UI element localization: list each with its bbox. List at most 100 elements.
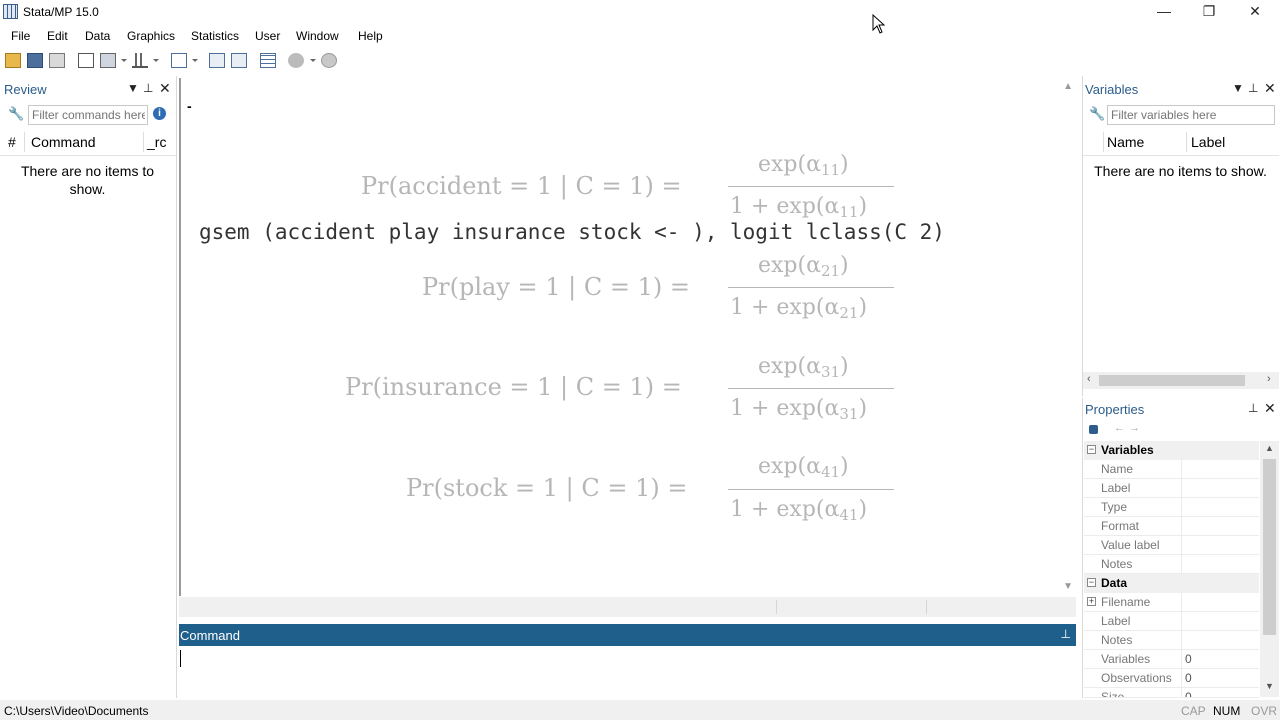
numerator-insurance: exp(α31) <box>758 354 849 381</box>
variables-col-name[interactable]: Name <box>1107 134 1144 150</box>
menu-statistics[interactable]: Statistics <box>191 29 239 43</box>
fraction-bar <box>728 388 894 389</box>
scrollbar-thumb[interactable] <box>1099 375 1245 386</box>
break-icon[interactable] <box>321 53 337 68</box>
data-browser-icon[interactable] <box>231 53 247 68</box>
expand-icon[interactable]: + <box>1087 597 1096 606</box>
wrench-icon[interactable]: 🔧 <box>1089 106 1105 122</box>
equation-lhs-insurance: Pr(insurance = 1 | C = 1) = <box>345 373 682 401</box>
more-dropdown-icon[interactable] <box>310 59 316 62</box>
close-button[interactable]: ✕ <box>1233 0 1277 24</box>
variables-col-label[interactable]: Label <box>1191 134 1225 150</box>
mouse-pointer-icon <box>872 14 886 34</box>
menu-data[interactable]: Data <box>85 29 110 43</box>
minimize-button[interactable]: — <box>1142 0 1186 24</box>
save-icon[interactable] <box>27 53 43 68</box>
property-row[interactable]: Notes <box>1084 555 1259 574</box>
more-icon[interactable] <box>288 53 304 68</box>
property-row[interactable]: Variables 0 <box>1084 650 1259 669</box>
property-key: Filename <box>1101 595 1151 609</box>
denominator-accident: 1 + exp(α11) <box>730 194 868 221</box>
properties-group-data[interactable]: − Data <box>1084 574 1259 593</box>
review-col-number[interactable]: # <box>8 134 16 150</box>
gsem-command-text: gsem (accident play insurance stock <- )… <box>199 220 945 244</box>
property-row[interactable]: Observations 0 <box>1084 669 1259 688</box>
menu-help[interactable]: Help <box>358 29 383 43</box>
menu-edit[interactable]: Edit <box>47 29 68 43</box>
variables-empty-message: There are no items to show. <box>1094 163 1267 179</box>
scroll-up-icon[interactable]: ▲ <box>1265 443 1274 453</box>
forward-arrow-icon[interactable]: → <box>1129 422 1140 434</box>
scroll-down-icon[interactable]: ▼ <box>1063 581 1073 592</box>
menu-window[interactable]: Window <box>296 29 339 43</box>
variables-pin-icon[interactable]: ⊥ <box>1248 81 1258 95</box>
equation-lhs-play: Pr(play = 1 | C = 1) = <box>422 273 690 301</box>
scroll-right-icon[interactable]: › <box>1267 373 1271 385</box>
property-row[interactable]: Notes <box>1084 631 1259 650</box>
property-row[interactable]: Label <box>1084 479 1259 498</box>
menu-file[interactable]: File <box>11 29 30 43</box>
property-row[interactable]: Size 0 <box>1084 688 1259 698</box>
command-pane-title: Command <box>180 628 240 643</box>
scrollbar-thumb[interactable] <box>1263 459 1276 635</box>
data-editor-icon[interactable] <box>209 53 225 68</box>
scroll-left-icon[interactable]: ‹ <box>1087 373 1091 385</box>
menu-graphics[interactable]: Graphics <box>127 29 175 43</box>
properties-group-variables[interactable]: − Variables <box>1084 441 1259 460</box>
property-row[interactable]: Format <box>1084 517 1259 536</box>
graph-dropdown-icon[interactable] <box>153 59 159 62</box>
property-row[interactable]: Type <box>1084 498 1259 517</box>
restore-button[interactable]: ❐ <box>1187 0 1231 24</box>
results-horizontal-scrollbar[interactable] <box>179 597 1076 617</box>
variables-filter-input[interactable] <box>1107 105 1275 125</box>
variables-horizontal-scrollbar[interactable]: ‹ › <box>1083 372 1279 389</box>
do-file-dropdown-icon[interactable] <box>192 59 198 62</box>
property-separator <box>1181 612 1182 630</box>
property-key: Notes <box>1101 557 1133 571</box>
graph-icon[interactable] <box>132 53 148 68</box>
review-filter-input[interactable] <box>28 105 148 125</box>
property-separator <box>1181 688 1182 697</box>
properties-vertical-scrollbar[interactable]: ▲ ▼ <box>1260 441 1279 697</box>
variables-manager-icon[interactable] <box>260 53 276 68</box>
review-pane: Review ▼ ⊥ ✕ 🔧 i # Command _rc There are… <box>0 76 177 698</box>
variables-filter-toggle-icon[interactable]: ▼ <box>1232 81 1244 95</box>
viewer-dropdown-icon[interactable] <box>121 59 127 62</box>
print-icon[interactable] <box>49 53 65 68</box>
command-input[interactable] <box>179 648 1076 696</box>
command-pane-header: Command ⊥ <box>179 624 1076 646</box>
property-row[interactable]: + Filename <box>1084 593 1259 612</box>
equation-lhs-stock: Pr(stock = 1 | C = 1) = <box>406 474 688 502</box>
column-divider <box>143 132 144 152</box>
wrench-icon[interactable]: 🔧 <box>8 106 24 122</box>
back-arrow-icon[interactable]: ← <box>1114 422 1125 434</box>
review-pin-icon[interactable]: ⊥ <box>143 81 153 95</box>
review-filter-toggle-icon[interactable]: ▼ <box>127 81 139 95</box>
variables-title: Variables <box>1085 82 1139 97</box>
open-icon[interactable] <box>5 53 21 68</box>
property-row[interactable]: Label <box>1084 612 1259 631</box>
results-window[interactable]: - ▲ ▼ <box>179 78 1076 596</box>
collapse-icon[interactable]: − <box>1087 578 1096 587</box>
property-row[interactable]: Name <box>1084 460 1259 479</box>
properties-close-icon[interactable]: ✕ <box>1264 400 1276 417</box>
collapse-icon[interactable]: − <box>1087 445 1096 454</box>
command-pin-icon[interactable]: ⊥ <box>1061 627 1071 641</box>
properties-pin-icon[interactable]: ⊥ <box>1248 401 1258 415</box>
viewer-icon[interactable] <box>100 53 116 68</box>
review-close-icon[interactable]: ✕ <box>159 80 171 97</box>
review-col-rc[interactable]: _rc <box>147 134 166 150</box>
equation-lhs-accident: Pr(accident = 1 | C = 1) = <box>361 172 682 200</box>
scroll-down-icon[interactable]: ▼ <box>1265 681 1274 691</box>
property-key: Notes <box>1101 633 1133 647</box>
denominator-stock: 1 + exp(α41) <box>730 497 868 524</box>
review-col-command[interactable]: Command <box>31 134 96 150</box>
lock-icon[interactable] <box>1089 425 1098 434</box>
info-icon[interactable]: i <box>153 107 166 120</box>
do-file-editor-icon[interactable] <box>171 53 187 68</box>
log-icon[interactable] <box>78 53 94 68</box>
variables-close-icon[interactable]: ✕ <box>1264 80 1276 97</box>
menu-user[interactable]: User <box>255 29 280 43</box>
scroll-up-icon[interactable]: ▲ <box>1063 81 1073 92</box>
property-row[interactable]: Value label <box>1084 536 1259 555</box>
